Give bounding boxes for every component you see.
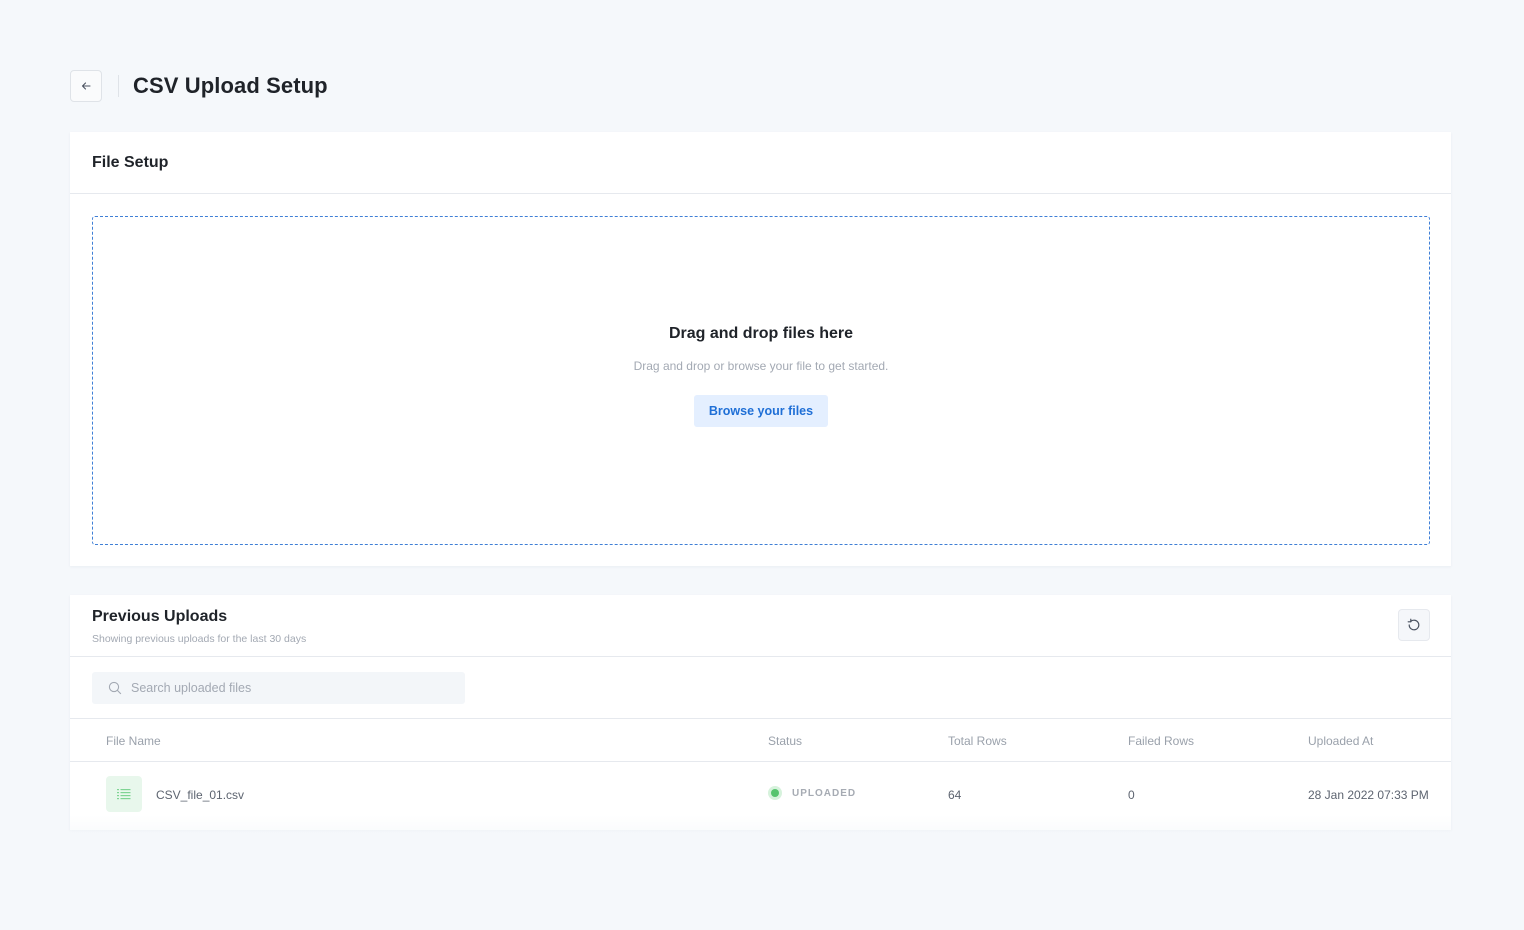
file-name-cell[interactable]: CSV_file_01.csv: [156, 788, 244, 802]
previous-uploads-subtitle: Showing previous uploads for the last 30…: [92, 633, 307, 645]
column-header-total-rows[interactable]: Total Rows: [948, 734, 1007, 748]
page-title: CSV Upload Setup: [133, 73, 328, 98]
search-input[interactable]: [131, 681, 451, 695]
file-setup-title: File Setup: [92, 153, 169, 171]
column-header-failed-rows[interactable]: Failed Rows: [1128, 734, 1194, 748]
status-badge: UPLOADED: [792, 787, 857, 799]
status-dot-icon: [768, 786, 782, 800]
total-rows-cell: 64: [948, 788, 962, 802]
refresh-icon: [1407, 618, 1420, 631]
search-area: [70, 657, 1451, 719]
csv-file-icon-box: [106, 776, 142, 812]
page-header: CSV Upload Setup: [70, 70, 328, 102]
status-cell: UPLOADED: [768, 786, 856, 800]
column-header-file-name[interactable]: File Name: [106, 734, 161, 748]
file-setup-header: File Setup: [70, 132, 1451, 194]
previous-uploads-header: Previous Uploads Showing previous upload…: [70, 595, 1451, 657]
dropzone-title: Drag and drop files here: [668, 324, 854, 342]
scroll-fade: [70, 815, 1451, 845]
page: CSV Upload Setup File Setup Drag and dro…: [0, 0, 1524, 930]
header-divider: [118, 75, 119, 97]
column-header-uploaded-at[interactable]: Uploaded At: [1308, 734, 1373, 748]
search-box[interactable]: [92, 672, 465, 704]
browse-files-button[interactable]: Browse your files: [693, 394, 829, 427]
dropzone-subtitle: Drag and drop or browse your file to get…: [633, 358, 889, 373]
file-list-icon: [117, 789, 131, 800]
back-button[interactable]: [70, 70, 102, 102]
arrow-left-icon: [81, 82, 91, 90]
search-icon: [108, 681, 122, 695]
column-header-status[interactable]: Status: [768, 734, 802, 748]
refresh-button[interactable]: [1398, 609, 1430, 641]
uploaded-at-cell: 28 Jan 2022 07:33 PM: [1308, 788, 1429, 802]
file-dropzone[interactable]: Drag and drop files here Drag and drop o…: [92, 216, 1430, 545]
table-header: File Name Status Total Rows Failed Rows …: [70, 719, 1451, 762]
previous-uploads-title: Previous Uploads: [92, 608, 228, 625]
failed-rows-cell: 0: [1128, 788, 1135, 802]
previous-uploads-card: Previous Uploads Showing previous upload…: [70, 595, 1451, 830]
file-setup-card: File Setup Drag and drop files here Drag…: [70, 132, 1451, 566]
